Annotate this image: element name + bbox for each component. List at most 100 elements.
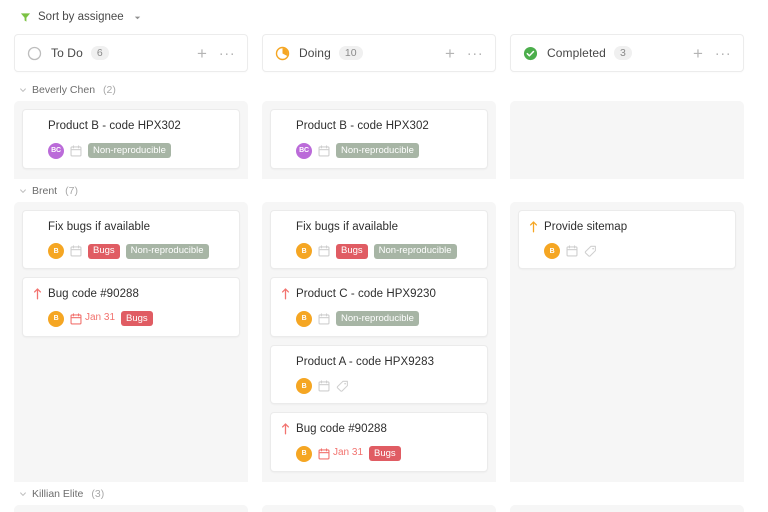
chevron-down-icon bbox=[20, 88, 26, 92]
avatar[interactable]: B bbox=[296, 445, 312, 462]
card-title: Provide sitemap bbox=[544, 220, 628, 233]
task-card[interactable]: Bug code #90288 B Jan 31 Bugs bbox=[22, 277, 240, 337]
card-title-row: Provide sitemap bbox=[529, 220, 725, 236]
sort-by-assignee-button[interactable]: Sort by assignee bbox=[18, 9, 144, 25]
swimlane-header-beverly-chen[interactable]: Beverly Chen (2) bbox=[14, 78, 758, 101]
due-date[interactable]: Jan 31 bbox=[318, 448, 363, 460]
card-title-row: Bug code #90288 bbox=[281, 422, 477, 438]
swimlane-header-killian-elite[interactable]: Killian Elite (3) bbox=[14, 482, 758, 505]
tag-icon bbox=[584, 245, 596, 257]
task-card[interactable]: Fix bugs if available B Bugs Non-reproducib… bbox=[270, 209, 488, 270]
swimlane-name: Beverly Chen bbox=[32, 84, 96, 96]
swimlane-list: Beverly Chen (2) Product B - code HPX302 BC… bbox=[14, 78, 758, 512]
column-more-button[interactable]: ··· bbox=[218, 44, 236, 62]
card-title: Product B - code HPX302 bbox=[296, 120, 429, 132]
chevron-down-icon bbox=[20, 491, 26, 496]
swimlane-cell-todo: Fix bugs if available B Bugs Non-reproducib… bbox=[14, 201, 248, 482]
swimlane-count: (7) bbox=[65, 184, 78, 197]
tag-chip[interactable]: Bugs bbox=[336, 243, 368, 259]
priority-high-icon bbox=[281, 423, 290, 435]
card-title-row: Product B - code HPX302 bbox=[281, 119, 477, 135]
avatar[interactable]: B bbox=[48, 310, 64, 327]
tag-chip[interactable]: Non-reproducible bbox=[88, 143, 171, 159]
card-title: Bug code #90288 bbox=[48, 288, 139, 301]
tag-chip[interactable]: Bugs bbox=[88, 243, 120, 259]
add-task-button[interactable]: + bbox=[193, 44, 211, 62]
avatar[interactable]: B bbox=[544, 243, 560, 260]
card-meta: B Non-reproducible bbox=[281, 310, 477, 327]
column-more-button[interactable]: ··· bbox=[466, 44, 484, 62]
card-title: Product C - code HPX9230 bbox=[296, 288, 436, 301]
swimlane-cell-doing: Product B - code HPX302 BC Non-reproducibl… bbox=[262, 101, 496, 179]
column-header-doing[interactable]: Doing 10 + ··· bbox=[262, 34, 496, 72]
card-title: Bug code #90288 bbox=[296, 423, 387, 436]
due-date[interactable]: Jan 31 bbox=[70, 313, 115, 325]
swimlane-body: Product B - code HPX302 BC Non-reproducibl… bbox=[14, 101, 758, 179]
calendar-icon bbox=[318, 245, 330, 257]
chevron-down-icon bbox=[20, 188, 26, 193]
column-header-completed[interactable]: Completed 3 + ··· bbox=[510, 34, 744, 72]
card-meta: B Jan 31 Bugs bbox=[281, 445, 477, 462]
card-meta: B bbox=[529, 243, 725, 260]
kanban-board: Sort by assignee To Do 6 + ··· Doing 10 + ··· Co… bbox=[0, 0, 768, 512]
task-card[interactable]: Bug code #90288 B Jan 31 Bugs bbox=[270, 412, 488, 472]
card-meta: B Bugs Non-reproducible bbox=[33, 243, 229, 260]
avatar-initials: BC bbox=[299, 147, 309, 155]
priority-high-icon bbox=[281, 288, 290, 300]
swimlane-body: Fix bugs if available B Bugs Non-reproducib… bbox=[14, 201, 758, 482]
tag-chip[interactable]: Bugs bbox=[369, 446, 401, 462]
task-card[interactable]: Product B - code HPX302 BC Non-reproducibl… bbox=[22, 109, 240, 169]
avatar-initials: B bbox=[301, 382, 307, 390]
calendar-icon bbox=[318, 312, 330, 325]
swimlane-killian-elite: Killian Elite (3) Export from Google Conso… bbox=[14, 482, 758, 512]
card-meta: BC Non-reproducible bbox=[33, 142, 229, 159]
swimlane-brent: Brent (7) Fix bugs if available B Bugs Non-re… bbox=[14, 179, 758, 482]
avatar-initials: B bbox=[301, 247, 307, 255]
add-task-button[interactable]: + bbox=[441, 44, 459, 62]
swimlane-beverly-chen: Beverly Chen (2) Product B - code HPX302 BC… bbox=[14, 78, 758, 179]
priority-high-icon bbox=[33, 288, 42, 300]
calendar-icon bbox=[318, 447, 330, 460]
calendar-icon bbox=[318, 144, 330, 157]
card-meta: B Bugs Non-reproducible bbox=[281, 243, 477, 260]
circle-empty-icon bbox=[27, 46, 42, 60]
add-task-button[interactable]: + bbox=[689, 44, 707, 62]
tag-chip[interactable]: Bugs bbox=[121, 311, 153, 327]
tag-chip[interactable]: Non-reproducible bbox=[336, 311, 419, 327]
card-title-row: Product A - code HPX9283 bbox=[281, 355, 477, 371]
avatar[interactable]: B bbox=[48, 243, 64, 260]
avatar-initials: BC bbox=[51, 147, 61, 155]
avatar[interactable]: B bbox=[296, 310, 312, 327]
avatar[interactable]: B bbox=[296, 378, 312, 395]
task-card[interactable]: Provide sitemap B bbox=[518, 209, 736, 270]
task-card[interactable]: Product B - code HPX302 BC Non-reproducibl… bbox=[270, 109, 488, 169]
column-count: 6 bbox=[90, 46, 109, 60]
swimlane-count: (2) bbox=[103, 84, 116, 96]
task-card[interactable]: Product C - code HPX9230 B Non-reproducibl… bbox=[270, 277, 488, 337]
card-title: Product A - code HPX9283 bbox=[296, 355, 435, 368]
tag-chip[interactable]: Non-reproducible bbox=[373, 243, 457, 259]
circle-half-icon bbox=[275, 46, 290, 60]
chevron-down-icon bbox=[134, 16, 140, 19]
calendar-icon bbox=[566, 245, 578, 257]
card-title-row: Fix bugs if available bbox=[281, 220, 477, 236]
task-card[interactable]: Fix bugs if available B Bugs Non-reproducib… bbox=[22, 209, 240, 270]
task-card[interactable]: Product A - code HPX9283 B bbox=[270, 344, 488, 405]
swimlane-cell-completed: Add the footer to the homepageKE bbox=[510, 504, 744, 512]
calendar-icon bbox=[70, 312, 82, 325]
column-more-button[interactable]: ··· bbox=[714, 44, 732, 62]
tag-chip[interactable]: Non-reproducible bbox=[336, 143, 419, 159]
due-date-text: Jan 31 bbox=[333, 447, 364, 459]
avatar[interactable]: BC bbox=[48, 142, 64, 159]
avatar-initials: B bbox=[301, 450, 307, 458]
column-header-todo[interactable]: To Do 6 + ··· bbox=[14, 34, 248, 72]
calendar-icon bbox=[70, 245, 82, 257]
avatar[interactable]: B bbox=[296, 243, 312, 260]
swimlane-header-brent[interactable]: Brent (7) bbox=[14, 179, 758, 202]
avatar[interactable]: BC bbox=[296, 142, 312, 159]
tag-chip[interactable]: Non-reproducible bbox=[125, 243, 209, 259]
swimlane-count: (3) bbox=[91, 487, 105, 500]
avatar-initials: B bbox=[53, 315, 59, 323]
column-title: To Do bbox=[51, 46, 83, 60]
swimlane-cell-doing bbox=[262, 504, 496, 512]
